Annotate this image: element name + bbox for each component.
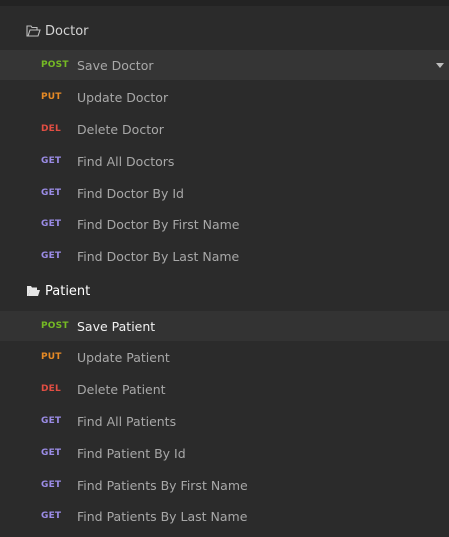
method-badge: POST [41,60,69,70]
request-sidebar: Doctor POST Save Doctor PUT Update Docto… [0,0,449,537]
request-update-doctor[interactable]: PUT Update Doctor [0,82,449,112]
request-update-patient[interactable]: PUT Update Patient [0,342,449,372]
request-find-doctor-by-last-name[interactable]: GET Find Doctor By Last Name [0,241,449,271]
method-badge: GET [41,219,62,229]
method-badge: GET [41,511,62,521]
request-label: Find Doctor By Last Name [77,248,240,264]
folder-open-icon [26,285,41,297]
folder-label: Doctor [45,23,89,39]
method-badge: GET [41,416,62,426]
request-find-all-doctors[interactable]: GET Find All Doctors [0,146,449,176]
folder-open-icon [26,25,41,37]
request-label: Update Patient [77,349,170,365]
method-badge: POST [41,321,69,331]
method-badge: GET [41,188,62,198]
folder-label: Patient [45,283,91,299]
request-label: Delete Patient [77,381,166,397]
request-label: Save Doctor [77,57,154,73]
method-badge: PUT [41,92,62,102]
request-delete-patient[interactable]: DEL Delete Patient [0,374,449,404]
method-badge: GET [41,480,62,490]
request-label: Find Doctor By First Name [77,216,240,232]
request-find-patients-by-first-name[interactable]: GET Find Patients By First Name [0,470,449,500]
request-label: Find All Patients [77,413,177,429]
folder-patient[interactable]: Patient [0,276,449,306]
method-badge: DEL [41,124,61,134]
method-badge: GET [41,251,62,261]
top-divider [0,0,449,6]
request-label: Delete Doctor [77,121,164,137]
method-badge: PUT [41,352,62,362]
method-badge: GET [41,448,62,458]
request-find-patient-by-id[interactable]: GET Find Patient By Id [0,438,449,468]
request-label: Find Patient By Id [77,445,186,461]
request-label: Save Patient [77,318,156,334]
request-label: Update Doctor [77,89,169,105]
chevron-down-icon[interactable] [436,63,444,68]
request-label: Find Patients By First Name [77,477,248,493]
method-badge: DEL [41,384,61,394]
method-badge: GET [41,156,62,166]
request-delete-doctor[interactable]: DEL Delete Doctor [0,114,449,144]
request-find-all-patients[interactable]: GET Find All Patients [0,406,449,436]
request-find-doctor-by-id[interactable]: GET Find Doctor By Id [0,178,449,208]
request-label: Find Doctor By Id [77,185,184,201]
request-find-doctor-by-first-name[interactable]: GET Find Doctor By First Name [0,209,449,239]
request-find-patients-by-last-name[interactable]: GET Find Patients By Last Name [0,501,449,531]
request-label: Find Patients By Last Name [77,508,248,524]
request-save-patient[interactable]: POST Save Patient [0,311,449,341]
folder-doctor[interactable]: Doctor [0,16,449,46]
request-label: Find All Doctors [77,153,175,169]
request-save-doctor[interactable]: POST Save Doctor [0,50,449,80]
